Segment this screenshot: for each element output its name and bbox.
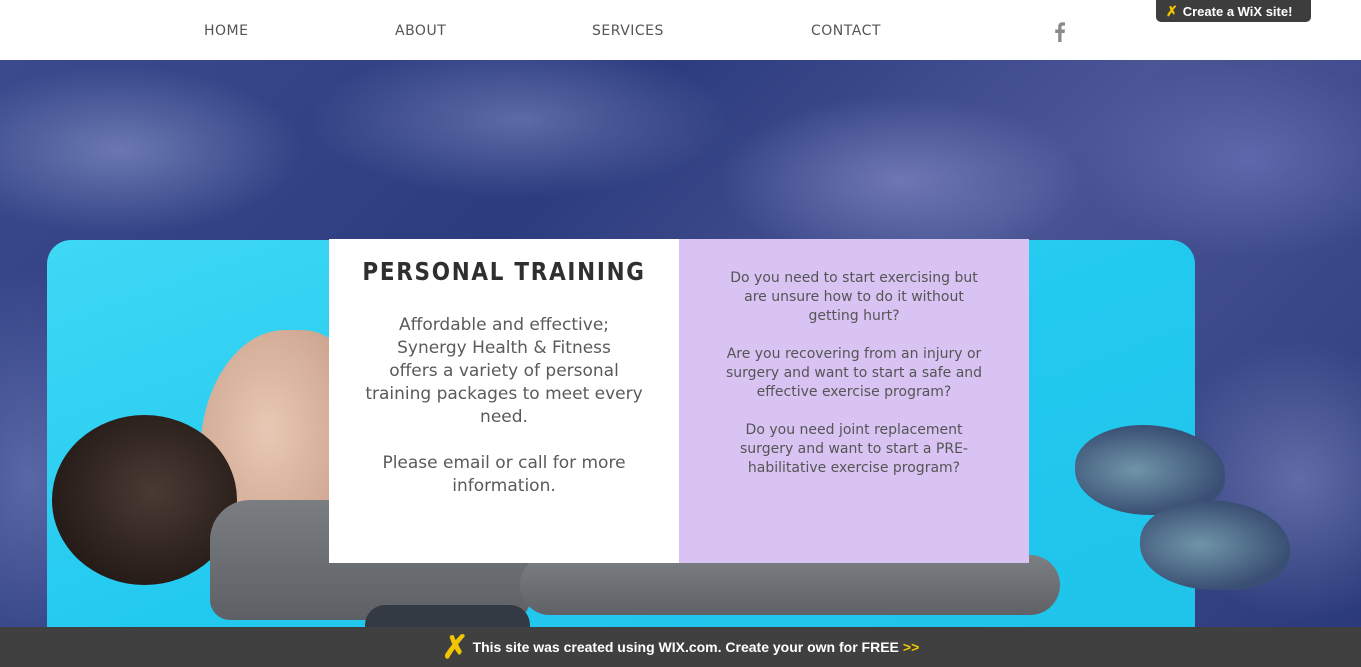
nav-about[interactable]: ABOUT: [395, 23, 446, 39]
question-text: Do you need to start exercising but are …: [730, 270, 978, 324]
wix-logo-icon: ✗: [1166, 2, 1178, 19]
woman-leg: [520, 555, 1060, 615]
sneaker-image: [1140, 500, 1290, 590]
question-text: Are you recovering from an injury or sur…: [725, 346, 983, 400]
question-text: Do you need joint replacement surgery an…: [740, 422, 968, 476]
wix-logo-icon: ✗: [441, 629, 469, 665]
create-wix-site-badge[interactable]: ✗ Create a WiX site!: [1156, 0, 1311, 22]
nav-home[interactable]: HOME: [204, 23, 248, 39]
facebook-icon[interactable]: [1052, 22, 1068, 42]
section-title: PERSONAL TRAINING: [362, 257, 646, 286]
contact-note: Please email or call for more informatio…: [382, 453, 626, 496]
questions-panel: Do you need to start exercising but are …: [679, 239, 1029, 563]
banner-text: This site was created using WIX.com. Cre…: [472, 639, 899, 655]
nav-services[interactable]: SERVICES: [592, 23, 664, 39]
training-description: Affordable and effective; Synergy Health…: [359, 314, 649, 498]
banner-arrows: >>: [902, 639, 920, 655]
wix-badge-label: Create a WiX site!: [1182, 3, 1293, 19]
training-intro: Affordable and effective; Synergy Health…: [365, 315, 643, 427]
personal-training-panel: PERSONAL TRAINING Affordable and effecti…: [329, 239, 679, 563]
nav-contact[interactable]: CONTACT: [811, 23, 881, 39]
wix-promo-banner[interactable]: ✗ This site was created using WIX.com. C…: [0, 627, 1361, 667]
dumbbell-image: [365, 605, 530, 627]
